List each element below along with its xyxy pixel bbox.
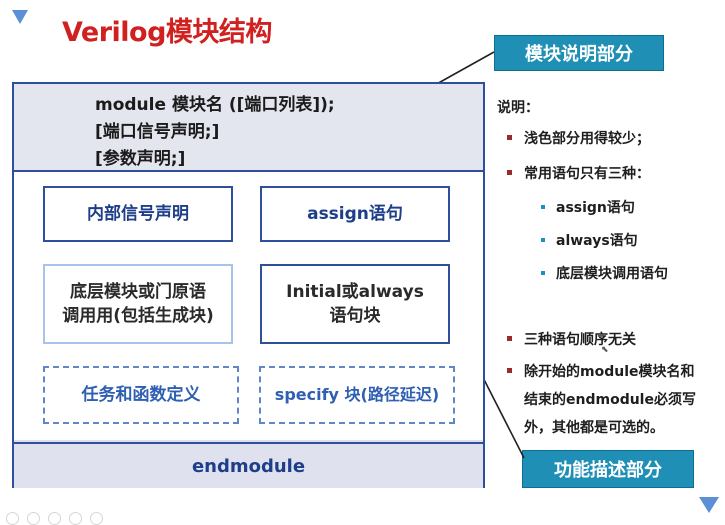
note-4-line-1: 除开始的module模块名和 xyxy=(524,364,695,380)
assign-label: assign语句 xyxy=(307,204,403,224)
internal-signal-box: 内部信号声明 xyxy=(43,186,233,242)
endmodule-bar: endmodule xyxy=(14,442,483,488)
task-function-label: 任务和函数定义 xyxy=(81,385,201,405)
toolbar-menu-icon[interactable] xyxy=(69,512,82,525)
toolbar-next-icon[interactable] xyxy=(27,512,40,525)
toolbar-prev-icon[interactable] xyxy=(6,512,19,525)
initial-always-box: Initial或always 语句块 xyxy=(260,264,450,344)
toolbar-pen-icon[interactable] xyxy=(48,512,61,525)
note-4-line-2: 结束的endmodule必须写 xyxy=(524,392,696,408)
specify-box: specify 块(路径延迟) xyxy=(259,366,455,424)
sub-bullet-icon xyxy=(541,205,545,209)
note-sub-3: 底层模块调用语句 xyxy=(556,266,668,282)
initial-label-2: 语句块 xyxy=(329,306,381,326)
note-2: 常用语句只有三种： xyxy=(524,166,650,182)
assign-box: assign语句 xyxy=(260,186,450,242)
note-4-line-3: 外，其他都是可选的。 xyxy=(524,420,664,436)
lowlevel-module-box: 底层模块或门原语 调用用(包括生成块) xyxy=(43,264,233,344)
module-header-line: module 模块名 ([端口列表]); xyxy=(95,95,335,115)
port-declaration-line: [端口信号声明;] xyxy=(95,122,220,142)
notes-heading: 说明： xyxy=(497,100,539,116)
lowlevel-label-2: 调用用(包括生成块) xyxy=(62,306,214,326)
bullet-icon xyxy=(507,368,512,373)
endmodule-label: endmodule xyxy=(191,455,306,477)
task-function-box: 任务和函数定义 xyxy=(43,366,239,424)
bullet-icon xyxy=(507,170,512,175)
note-1: 浅色部分用得较少； xyxy=(524,131,650,147)
note-sub-1: assign语句 xyxy=(556,200,635,216)
sub-bullet-icon xyxy=(541,238,545,242)
cursor-icon: ⬉ xyxy=(601,345,609,355)
bullet-icon xyxy=(507,336,512,341)
internal-signal-label: 内部信号声明 xyxy=(87,204,189,224)
initial-label-1: Initial或always xyxy=(286,282,424,302)
triangle-marker-icon xyxy=(699,497,719,513)
toolbar-zoom-icon[interactable] xyxy=(90,512,103,525)
slide-toolbar xyxy=(6,512,103,525)
lowlevel-label-1: 底层模块或门原语 xyxy=(70,282,206,302)
note-3: 三种语句顺序无关 xyxy=(524,332,636,348)
note-sub-2: always语句 xyxy=(556,233,638,249)
bullet-icon xyxy=(507,135,512,140)
specify-label: specify 块(路径延迟) xyxy=(274,385,440,404)
parameter-declaration-line: [参数声明;] xyxy=(95,149,186,169)
sub-bullet-icon xyxy=(541,271,545,275)
